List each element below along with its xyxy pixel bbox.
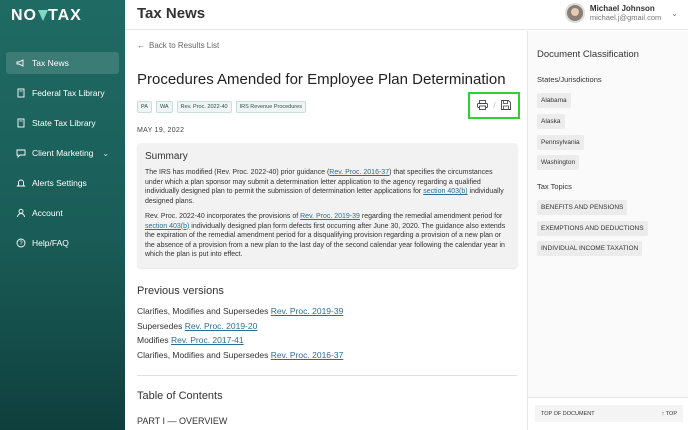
user-name: Michael Johnson xyxy=(589,4,655,13)
page-title: Tax News xyxy=(137,5,206,22)
state-chip[interactable]: Washington xyxy=(537,155,580,170)
chat-icon xyxy=(16,148,26,158)
panel-footer: TOP OF DOCUMENT ↑ TOP xyxy=(528,397,688,430)
document-title: Procedures Amended for Employee Plan Det… xyxy=(137,71,506,88)
summary-heading: Summary xyxy=(145,151,188,162)
sidebar-item-label: Help/FAQ xyxy=(32,238,69,248)
previous-versions-list: Clarifies, Modifies and Supersedes Rev. … xyxy=(137,306,343,364)
previous-versions-heading: Previous versions xyxy=(137,285,224,297)
sidebar-item-help-faq[interactable]: ? Help/FAQ xyxy=(6,232,119,254)
link-section-403b[interactable]: section 403(b) xyxy=(423,188,467,195)
divider-slash: / xyxy=(493,101,496,110)
book-icon xyxy=(16,88,26,98)
tag[interactable]: PA xyxy=(137,101,152,113)
top-of-document-label: TOP OF DOCUMENT xyxy=(541,410,595,417)
sidebar-item-label: Federal Tax Library xyxy=(32,88,105,98)
sidebar-item-label: Client Marketing xyxy=(32,148,94,158)
sidebar-item-federal-tax-library[interactable]: Federal Tax Library xyxy=(6,82,119,104)
list-item: Clarifies, Modifies and Supersedes Rev. … xyxy=(137,349,344,360)
svg-text:?: ? xyxy=(19,241,23,247)
state-chip[interactable]: Alabama xyxy=(537,93,571,108)
sidebar-item-alerts-settings[interactable]: Alerts Settings xyxy=(6,172,119,194)
topic-chip[interactable]: INDIVIDUAL INCOME TAXATION xyxy=(537,241,643,256)
sidebar-item-label: State Tax Library xyxy=(32,118,96,128)
document-classification-panel: Document Classification States/Jurisdict… xyxy=(527,31,688,430)
summary-paragraph: Rev. Proc. 2022-40 incorporates the prov… xyxy=(145,213,506,258)
document-actions: / xyxy=(468,92,520,119)
list-item: Supersedes Rev. Proc. 2019-20 xyxy=(137,320,258,331)
sidebar-item-account[interactable]: Account xyxy=(6,202,119,224)
states-heading: States/Jurisdictions xyxy=(537,75,602,84)
previous-version-link[interactable]: Rev. Proc. 2019-20 xyxy=(185,321,258,331)
logo-v-mark xyxy=(38,10,48,21)
link-rev-proc-2016-37[interactable]: Rev. Proc. 2016-37 xyxy=(329,169,389,176)
sidebar-item-client-marketing[interactable]: Client Marketing ⌄ xyxy=(6,142,119,164)
link-rev-proc-2019-39[interactable]: Rev. Proc. 2019-39 xyxy=(300,213,360,220)
list-item: Clarifies, Modifies and Supersedes Rev. … xyxy=(137,306,344,316)
tag[interactable]: Rev. Proc. 2022-40 xyxy=(176,101,232,113)
topic-chip[interactable]: EXEMPTIONS AND DEDUCTIONS xyxy=(537,221,648,236)
megaphone-icon xyxy=(16,58,26,68)
topic-chip[interactable]: BENEFITS AND PENSIONS xyxy=(537,200,628,215)
sidebar-item-tax-news[interactable]: Tax News xyxy=(6,52,119,74)
link-section-403b[interactable]: section 403(b) xyxy=(145,223,189,230)
book-icon xyxy=(16,118,26,128)
tag[interactable]: IRS Revenue Procedures xyxy=(235,101,306,113)
tag[interactable]: WA xyxy=(155,101,173,113)
top-header: Tax News Michael Johnson michael.j@gmail… xyxy=(125,0,688,30)
sidebar-item-label: Alerts Settings xyxy=(32,178,87,188)
chevron-down-icon[interactable]: ⌄ xyxy=(102,149,109,158)
scroll-top-button[interactable]: ↑ TOP xyxy=(662,411,677,417)
avatar[interactable] xyxy=(564,3,585,23)
sidebar-nav: Tax News Federal Tax Library State Tax L… xyxy=(0,52,125,262)
sidebar: NO TAX Tax News Federal Tax Library State… xyxy=(0,0,125,430)
summary-paragraph: The IRS has modified (Rev. Proc. 2022-40… xyxy=(145,169,504,205)
chevron-down-icon[interactable]: ⌄ xyxy=(671,9,678,18)
sidebar-item-state-tax-library[interactable]: State Tax Library xyxy=(6,112,119,134)
state-chip[interactable]: Pennsylvania xyxy=(537,135,584,150)
sidebar-item-label: Tax News xyxy=(32,58,69,68)
summary-box: Summary The IRS has modified (Rev. Proc.… xyxy=(137,143,518,268)
save-icon[interactable] xyxy=(501,97,512,115)
table-of-contents-heading: Table of Contents xyxy=(137,390,223,402)
previous-version-link[interactable]: Rev. Proc. 2019-39 xyxy=(271,306,344,316)
tax-topics-heading: Tax Topics xyxy=(537,182,572,191)
main-content: ← Back to Results List Procedures Amended… xyxy=(125,31,527,430)
user-email: michael.j@gmail.com xyxy=(589,13,662,22)
app-logo[interactable]: NO TAX xyxy=(11,7,82,25)
sidebar-item-label: Account xyxy=(32,208,63,218)
print-icon[interactable] xyxy=(476,97,488,115)
user-menu[interactable]: Michael Johnson michael.j@gmail.com ⌄ xyxy=(564,3,678,23)
previous-version-link[interactable]: Rev. Proc. 2017-41 xyxy=(171,335,244,345)
bell-icon xyxy=(16,178,26,188)
previous-version-link[interactable]: Rev. Proc. 2016-37 xyxy=(271,350,344,360)
state-chip[interactable]: Alaska xyxy=(537,114,565,129)
back-to-results-link[interactable]: ← Back to Results List xyxy=(137,41,219,50)
arrow-left-icon: ← xyxy=(137,41,145,50)
publish-date: MAY 19, 2022 xyxy=(137,127,185,134)
user-icon xyxy=(16,208,26,218)
section-divider xyxy=(137,375,517,376)
help-icon: ? xyxy=(16,238,26,248)
toc-part-1[interactable]: PART I — OVERVIEW xyxy=(137,416,227,426)
panel-title: Document Classification xyxy=(537,49,639,60)
tag-list: PA WA Rev. Proc. 2022-40 IRS Revenue Pro… xyxy=(137,101,310,113)
top-of-document-bar[interactable]: TOP OF DOCUMENT ↑ TOP xyxy=(535,405,683,422)
list-item: Modifies Rev. Proc. 2017-41 xyxy=(137,335,244,345)
